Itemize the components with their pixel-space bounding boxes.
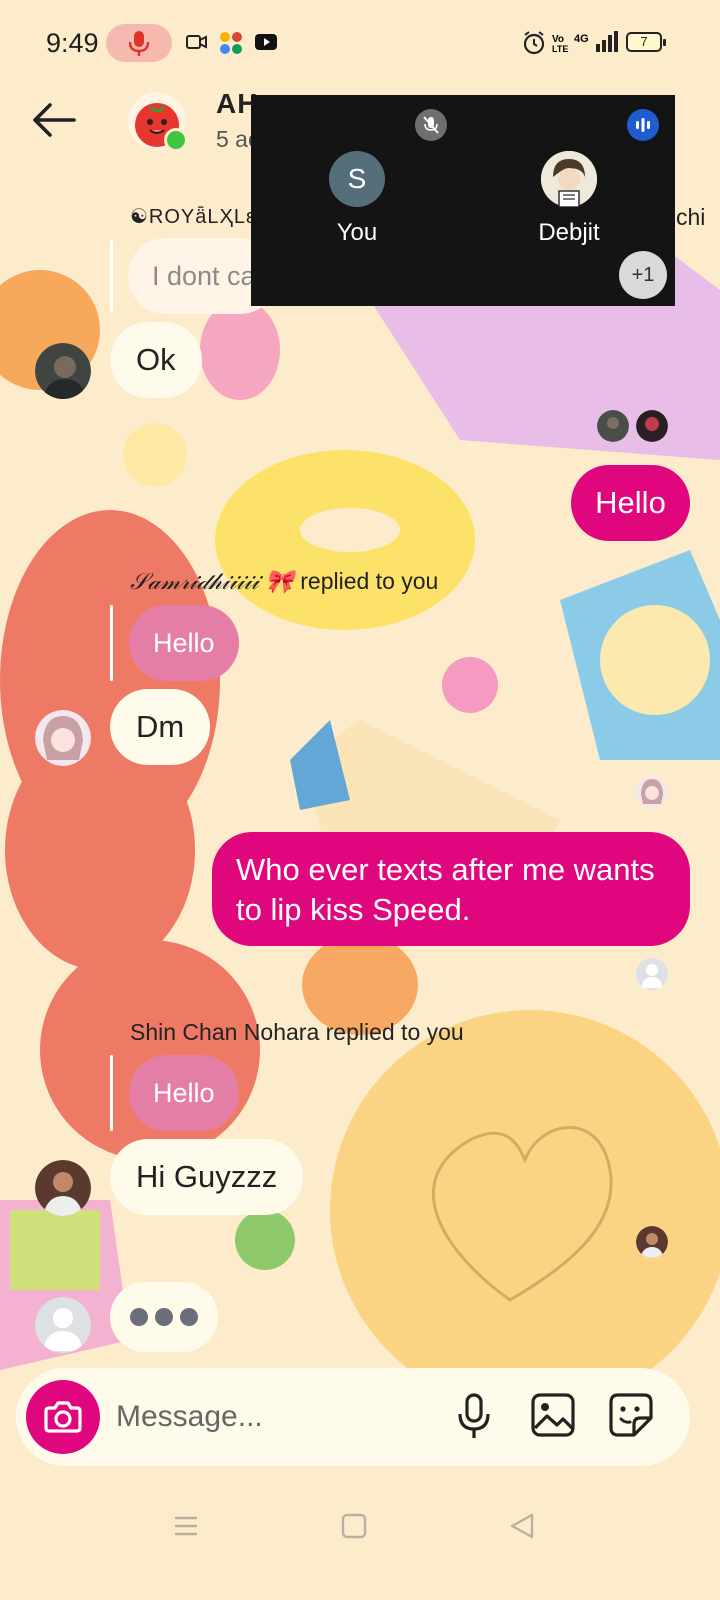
svg-text:LTE: LTE: [552, 44, 568, 54]
sticker-icon[interactable]: [608, 1392, 654, 1438]
sender-avatar[interactable]: [35, 710, 91, 766]
battery-indicator: 7: [626, 32, 666, 52]
camera-button[interactable]: [26, 1380, 100, 1454]
status-bar: 9:49 Vo LTE 4G 7: [0, 0, 720, 86]
camera-icon: [44, 1401, 82, 1433]
message-input[interactable]: [116, 1392, 436, 1442]
message-bubble-outgoing[interactable]: Who ever texts after me wants to lip kis…: [212, 832, 690, 946]
seen-avatar: [636, 776, 668, 808]
message-composer: [16, 1368, 690, 1466]
message-bubble[interactable]: Dm: [110, 689, 211, 765]
microphone-icon: [128, 31, 150, 56]
typing-dot: [155, 1308, 173, 1326]
clock: 9:49: [46, 28, 99, 58]
sender-name-cropped: chi: [676, 204, 706, 230]
back-nav-icon[interactable]: [508, 1512, 536, 1540]
menu-icon[interactable]: [172, 1512, 200, 1540]
typing-dot: [130, 1308, 148, 1326]
reply-text: replied to you: [300, 568, 439, 594]
signal-strength-icon: Vo LTE 4G: [552, 31, 618, 54]
typing-user-avatar: [35, 1297, 91, 1353]
message-bubble-outgoing[interactable]: Hello: [571, 465, 690, 541]
video-icon: [186, 35, 207, 49]
microphone-icon[interactable]: [456, 1392, 492, 1442]
alarm-icon: [523, 31, 545, 55]
online-status-dot: [164, 128, 188, 152]
svg-text:4G: 4G: [574, 33, 589, 45]
message-line: to lip kiss Speed.: [236, 892, 471, 927]
system-navigation-bar: [0, 1490, 720, 1600]
seen-avatar: [636, 958, 668, 990]
quoted-message[interactable]: Hello: [129, 605, 239, 681]
home-icon[interactable]: [340, 1512, 368, 1540]
sender-name: ☯ROYǟLҲLɛ: [130, 206, 257, 228]
arrow-left-icon[interactable]: [30, 100, 78, 140]
call-participant-you: S You: [312, 151, 402, 247]
reply-bar: [110, 240, 113, 312]
sender-avatar[interactable]: [35, 1160, 91, 1216]
reply-bar: [110, 1055, 113, 1131]
reply-bar: [110, 605, 113, 681]
typing-dot: [180, 1308, 198, 1326]
seen-avatar: [636, 1226, 668, 1258]
seen-avatar: [597, 410, 629, 442]
more-participants-badge[interactable]: +1: [619, 251, 667, 299]
image-icon[interactable]: [530, 1392, 576, 1438]
participant-name: You: [336, 219, 378, 246]
quoted-message[interactable]: Hello: [129, 1055, 239, 1131]
mic-muted-icon[interactable]: [415, 109, 447, 141]
reply-sender: 𝒮𝒶𝓂𝓇𝒾𝒹𝒽𝒾𝒾𝒾𝒾𝒾 🎀: [130, 568, 294, 594]
mic-in-use-indicator: [106, 24, 172, 62]
audio-active-icon: [627, 109, 659, 141]
sender-avatar[interactable]: [35, 343, 91, 399]
typing-indicator: [110, 1282, 218, 1352]
reply-label: 𝒮𝒶𝓂𝓇𝒾𝒹𝒽𝒾𝒾𝒾𝒾𝒾 🎀 replied to you: [130, 568, 438, 595]
reply-label: Shin Chan Nohara replied to you: [130, 1019, 464, 1045]
message-line: Who ever texts after me wants: [236, 852, 655, 887]
ongoing-call-overlay[interactable]: S You Debjit +1: [251, 95, 675, 306]
app-notification-icon: [220, 32, 242, 54]
message-bubble[interactable]: Ok: [110, 322, 202, 398]
call-participant-debjit: Debjit: [524, 151, 614, 247]
message-bubble[interactable]: Hi Guyzzz: [110, 1139, 304, 1215]
youtube-icon: [255, 34, 277, 50]
participant-name: Debjit: [538, 219, 600, 246]
participant-avatar-debjit: [541, 151, 597, 207]
seen-avatar: [636, 410, 668, 442]
participant-avatar-you: S: [329, 151, 385, 207]
